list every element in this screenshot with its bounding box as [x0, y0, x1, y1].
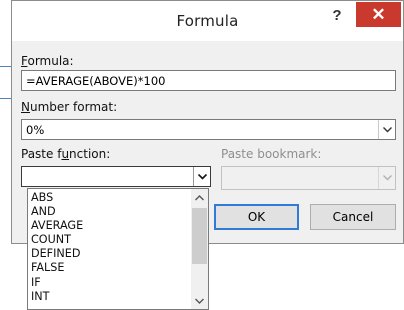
paste-function-combo[interactable] [21, 166, 211, 187]
formula-value: =AVERAGE(ABOVE)*100 [26, 74, 166, 88]
scroll-thumb[interactable] [192, 208, 207, 264]
scroll-up-icon [195, 194, 204, 200]
cancel-button[interactable]: Cancel [310, 204, 396, 230]
title-bar[interactable]: Formula ? ✕ [12, 1, 403, 41]
list-scrollbar[interactable] [191, 189, 208, 309]
paste-function-list[interactable]: ABS AND AVERAGE COUNT DEFINED FALSE IF I… [27, 188, 209, 310]
paste-bookmark-label: Paste bookmark: [221, 147, 322, 161]
number-format-value: 0% [26, 123, 45, 137]
close-icon: ✕ [371, 5, 386, 24]
paste-function-dropdown-button[interactable] [193, 167, 210, 186]
list-item[interactable]: ABS [31, 191, 83, 205]
list-item[interactable]: AND [31, 205, 83, 219]
function-options: ABS AND AVERAGE COUNT DEFINED FALSE IF I… [31, 191, 83, 304]
chevron-down-icon [382, 126, 392, 132]
number-format-label: Number format: [21, 100, 118, 114]
chevron-down-icon [197, 173, 207, 180]
paste-bookmark-dropdown-button [378, 167, 395, 189]
list-item[interactable]: INT [31, 290, 83, 304]
help-icon: ? [332, 7, 342, 24]
list-item[interactable]: AVERAGE [31, 219, 83, 233]
screen: Formula ? ✕ Formula: =AVERAGE(ABOVE)*100… [0, 0, 404, 310]
background-table-line [0, 66, 11, 67]
scroll-down-icon [195, 298, 204, 304]
close-button[interactable]: ✕ [356, 2, 401, 27]
paste-bookmark-combo [221, 166, 396, 190]
number-format-combo[interactable]: 0% [21, 119, 396, 140]
list-item[interactable]: COUNT [31, 233, 83, 247]
list-item[interactable]: DEFINED [31, 247, 83, 261]
number-format-dropdown-button[interactable] [378, 120, 395, 139]
paste-function-label: Paste function: [21, 147, 111, 161]
ok-button[interactable]: OK [214, 204, 299, 230]
chevron-down-icon [382, 175, 392, 181]
formula-input[interactable]: =AVERAGE(ABOVE)*100 [21, 70, 396, 91]
help-button[interactable]: ? [325, 5, 349, 27]
scroll-up-button[interactable] [191, 189, 208, 206]
list-item[interactable]: IF [31, 276, 83, 290]
list-item[interactable]: FALSE [31, 261, 83, 275]
scroll-down-button[interactable] [191, 292, 208, 309]
background-table-line [0, 98, 11, 99]
formula-label: Formula: [21, 54, 74, 68]
